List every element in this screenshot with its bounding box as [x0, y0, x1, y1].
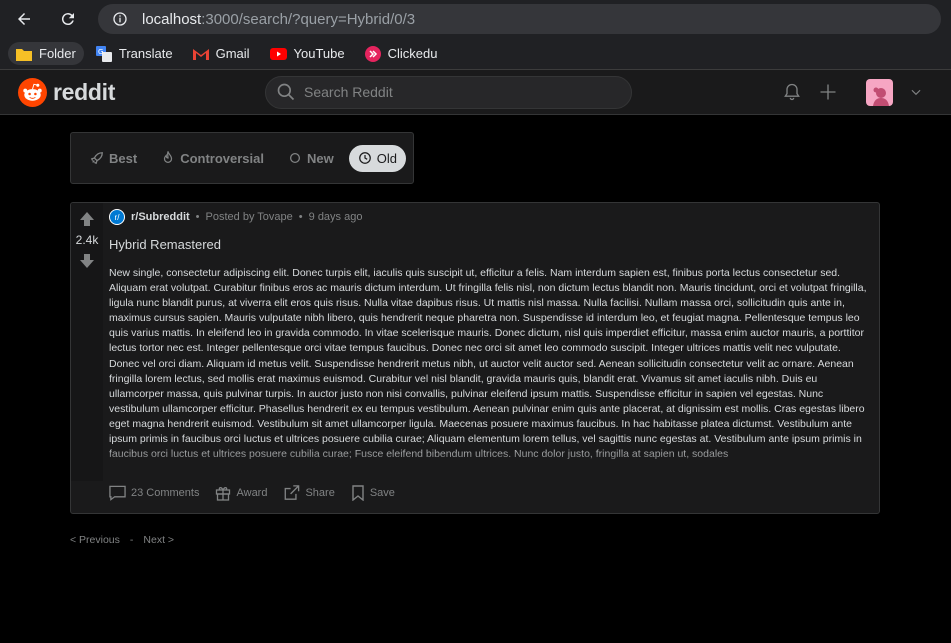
bookmark-label: Clickedu: [387, 46, 438, 61]
save-button[interactable]: Save: [351, 485, 395, 501]
svg-text:G: G: [98, 48, 103, 56]
bookmark-label: Translate: [118, 46, 173, 61]
sort-label: Old: [376, 150, 397, 166]
bookmark-translate[interactable]: G Translate: [88, 42, 181, 66]
bookmark-label: Folder: [39, 46, 76, 61]
bookmark-folder[interactable]: Folder: [8, 42, 84, 65]
upvote-icon[interactable]: [79, 211, 95, 227]
post-author[interactable]: Posted by Tovape: [206, 211, 293, 223]
sort-label: New: [307, 150, 334, 166]
rocket-icon: [90, 152, 103, 165]
bookmark-icon: [352, 485, 364, 501]
subreddit-icon[interactable]: r/: [109, 209, 125, 225]
award-button[interactable]: Award: [215, 485, 267, 501]
post-actions: 23 Comments Award Share Save: [109, 485, 411, 501]
bookmark-gmail[interactable]: Gmail: [185, 42, 258, 65]
award-label: Award: [236, 487, 268, 499]
post-meta: r/ r/Subreddit • Posted by Tovape • 9 da…: [109, 203, 871, 231]
sort-controversial-button[interactable]: Controversial: [152, 145, 273, 172]
previous-link[interactable]: < Previous: [70, 534, 120, 546]
share-icon: [285, 485, 300, 500]
meta-separator: •: [195, 211, 200, 223]
site-header: reddit: [0, 70, 951, 115]
search-icon: [277, 83, 295, 101]
comments-label: 23 Comments: [131, 487, 200, 499]
meta-separator: •: [298, 211, 303, 223]
save-label: Save: [369, 487, 395, 499]
user-avatar-icon: [872, 87, 889, 106]
bookmarks-bar: Folder G Translate Gmail YouTube Clicked…: [0, 38, 951, 70]
header-actions: [766, 78, 923, 106]
bookmark-label: Gmail: [215, 46, 250, 61]
post-body: New single, consectetur adipiscing elit.…: [109, 266, 871, 478]
sort-new-button[interactable]: New: [279, 145, 343, 172]
comment-icon: [109, 485, 126, 501]
clickedu-icon: [364, 45, 381, 62]
vote-column: 2.4k: [71, 203, 103, 481]
gmail-icon: [192, 48, 209, 60]
translate-icon: G: [95, 45, 112, 62]
bookmark-clickedu[interactable]: Clickedu: [357, 42, 446, 66]
site-info-icon[interactable]: [112, 11, 128, 27]
search-input[interactable]: [304, 84, 604, 100]
post-card[interactable]: 2.4k r/ r/Subreddit • Posted by Tovape •…: [70, 202, 880, 514]
share-label: Share: [305, 487, 335, 499]
flame-icon: [164, 151, 173, 163]
post-title[interactable]: Hybrid Remastered: [109, 237, 871, 252]
arrow-left-icon: [18, 13, 30, 25]
post-content: r/ r/Subreddit • Posted by Tovape • 9 da…: [109, 203, 871, 478]
sort-label: Best: [109, 150, 138, 166]
pagination: < Previous - Next >: [70, 534, 184, 546]
bookmark-youtube[interactable]: YouTube: [262, 42, 353, 65]
bell-icon[interactable]: [782, 82, 802, 102]
avatar[interactable]: [866, 78, 893, 106]
reload-icon: [61, 13, 74, 26]
sort-best-button[interactable]: Best: [81, 145, 146, 172]
pagination-separator: -: [129, 534, 134, 546]
search-box[interactable]: [265, 75, 632, 109]
chevron-down-icon[interactable]: [909, 85, 923, 99]
url-path: :3000/search/?query=Hybrid/0/3: [201, 10, 416, 28]
downvote-icon[interactable]: [79, 253, 95, 269]
subreddit-link[interactable]: r/Subreddit: [131, 211, 190, 223]
comments-button[interactable]: 23 Comments: [109, 485, 199, 501]
reload-button[interactable]: [54, 5, 82, 33]
gift-icon: [216, 487, 231, 501]
sort-old-button[interactable]: Old: [348, 144, 406, 172]
reddit-snoo-icon: [18, 77, 47, 107]
logo-text: reddit: [53, 78, 116, 105]
youtube-icon: [269, 47, 287, 60]
folder-icon: [16, 48, 32, 61]
next-link[interactable]: Next >: [143, 534, 174, 546]
share-button[interactable]: Share: [283, 485, 335, 501]
back-button[interactable]: [10, 5, 38, 33]
vote-score: 2.4k: [75, 233, 99, 247]
plus-icon[interactable]: [818, 82, 838, 102]
address-bar[interactable]: localhost:3000/search/?query=Hybrid/0/3: [98, 4, 941, 34]
sort-label: Controversial: [180, 150, 264, 166]
clock-icon: [358, 152, 371, 164]
browser-toolbar: localhost:3000/search/?query=Hybrid/0/3: [0, 0, 951, 38]
url-host: localhost: [142, 10, 202, 28]
bookmark-label: YouTube: [293, 46, 345, 61]
sort-bar: Best Controversial New Old: [70, 132, 414, 184]
reddit-logo[interactable]: reddit: [18, 77, 116, 107]
sparkle-icon: [289, 152, 301, 164]
post-age: 9 days ago: [308, 211, 363, 223]
